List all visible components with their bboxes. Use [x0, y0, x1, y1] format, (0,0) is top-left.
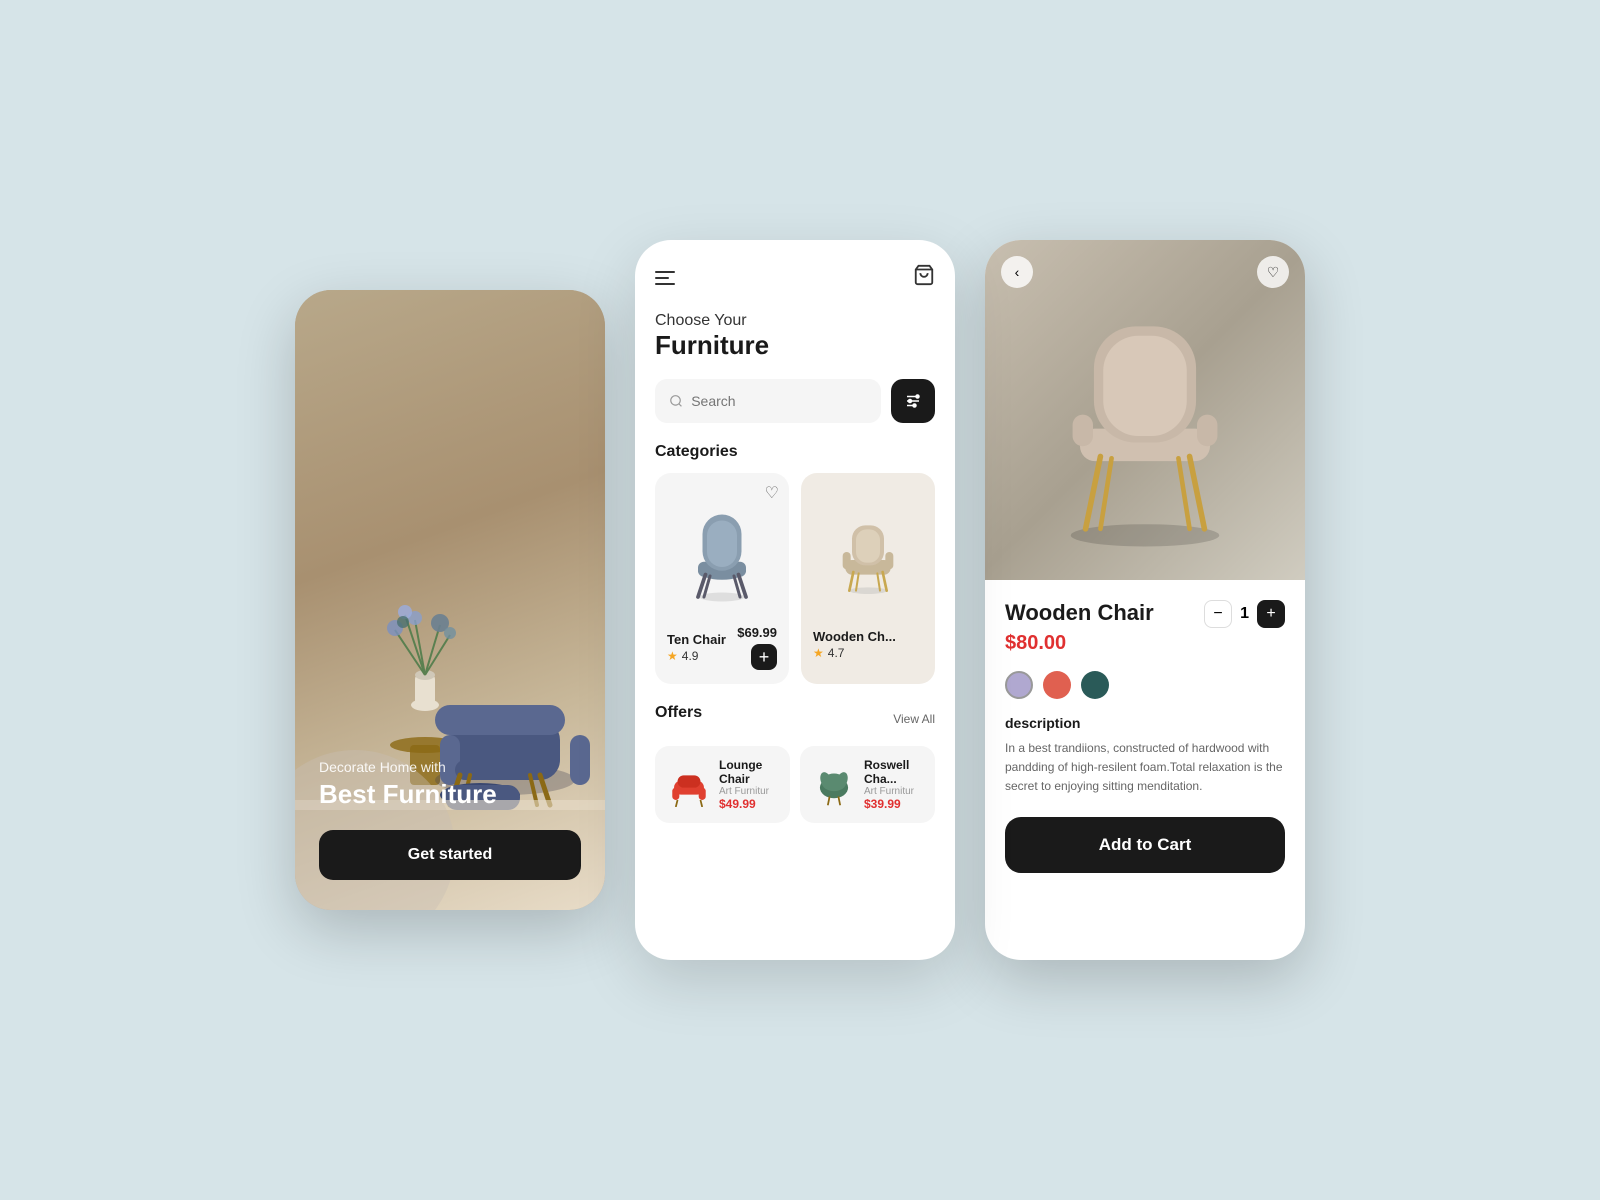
- browse-header: [655, 264, 935, 292]
- product-detail-screen: ‹ ♡ Wooden Chair: [985, 240, 1305, 960]
- offer-price-lounge: $49.99: [719, 797, 778, 811]
- rating-1: ★ 4.9: [667, 649, 726, 663]
- product-price: $80.00: [1005, 632, 1285, 655]
- splash-text: Decorate Home with Best Furniture: [319, 759, 497, 810]
- offer-name-lounge: Lounge Chair: [719, 758, 778, 786]
- choose-text: Choose Your: [655, 312, 935, 330]
- offer-info-roswell: Roswell Cha... Art Furnitur $39.99: [864, 758, 923, 811]
- furniture-heading: Furniture: [655, 330, 935, 361]
- offer-info-lounge: Lounge Chair Art Furnitur $49.99: [719, 758, 778, 811]
- offer-price-roswell: $39.99: [864, 797, 923, 811]
- favorite-button[interactable]: ♡: [1257, 256, 1289, 288]
- star-icon-1: ★: [667, 649, 678, 663]
- category-card-tenchair[interactable]: ♡: [655, 473, 789, 684]
- search-box: [655, 379, 881, 423]
- browse-screen: Choose Your Furniture: [635, 240, 955, 960]
- description-title: description: [1005, 715, 1285, 731]
- product-chair-svg: [1015, 270, 1275, 550]
- category-price-1: $69.99: [737, 625, 777, 640]
- menu-icon[interactable]: [655, 271, 675, 285]
- offer-brand-roswell: Art Furnitur: [864, 786, 923, 797]
- color-options: [1005, 671, 1285, 699]
- color-option-coral[interactable]: [1043, 671, 1071, 699]
- search-row: [655, 379, 935, 423]
- color-option-lavender[interactable]: [1005, 671, 1033, 699]
- search-icon: [669, 393, 683, 409]
- product-detail-area: Wooden Chair − 1 + $80.00 description In…: [985, 580, 1305, 960]
- add-to-cart-button[interactable]: Add to Cart: [1005, 817, 1285, 873]
- quantity-increase[interactable]: +: [1257, 600, 1285, 628]
- category-name-1: Ten Chair: [667, 632, 726, 647]
- view-all-button[interactable]: View All: [893, 712, 935, 726]
- color-option-teal[interactable]: [1081, 671, 1109, 699]
- product-image-area: ‹ ♡: [985, 240, 1305, 580]
- wishlist-button-1[interactable]: ♡: [765, 483, 779, 503]
- star-icon-2: ★: [813, 646, 824, 660]
- offer-image-roswell: [812, 763, 856, 807]
- back-button[interactable]: ‹: [1001, 256, 1033, 288]
- categories-row: ♡: [655, 473, 935, 684]
- offer-brand-lounge: Art Furnitur: [719, 786, 778, 797]
- card-footer-1: Ten Chair ★ 4.9 $69.99 +: [667, 625, 777, 670]
- offer-card-lounge[interactable]: Lounge Chair Art Furnitur $49.99: [655, 746, 790, 823]
- rating-value-1: 4.9: [682, 649, 699, 663]
- category-name-2: Wooden Ch...: [813, 629, 923, 644]
- offer-image-lounge: [667, 763, 711, 807]
- product-title: Wooden Chair: [1005, 600, 1154, 626]
- categories-title: Categories: [655, 443, 935, 461]
- offers-title: Offers: [655, 704, 702, 722]
- cart-button[interactable]: [913, 264, 935, 292]
- quantity-decrease[interactable]: −: [1204, 600, 1232, 628]
- add-to-cart-small-1[interactable]: +: [751, 644, 777, 670]
- product-title-row: Wooden Chair − 1 +: [1005, 600, 1285, 628]
- offer-name-roswell: Roswell Cha...: [864, 758, 923, 786]
- offers-header: Offers View All: [655, 704, 935, 734]
- filter-button[interactable]: [891, 379, 935, 423]
- chair-image-2: [813, 487, 923, 617]
- browse-heading: Choose Your Furniture: [655, 312, 935, 361]
- rating-value-2: 4.7: [828, 646, 845, 660]
- offers-row: Lounge Chair Art Furnitur $49.99: [655, 746, 935, 823]
- quantity-value: 1: [1240, 605, 1249, 623]
- description-text: In a best trandiions, constructed of har…: [1005, 739, 1285, 797]
- search-input[interactable]: [691, 393, 867, 409]
- category-card-wooden[interactable]: Wooden Ch... ★ 4.7: [801, 473, 935, 684]
- quantity-control: − 1 +: [1204, 600, 1285, 628]
- offer-card-roswell[interactable]: Roswell Cha... Art Furnitur $39.99: [800, 746, 935, 823]
- chair-image-1: [667, 487, 777, 617]
- filter-icon: [904, 392, 922, 410]
- rating-2: ★ 4.7: [813, 646, 923, 660]
- splash-screen: Decorate Home with Best Furniture Get st…: [295, 290, 605, 910]
- splash-title: Best Furniture: [319, 779, 497, 810]
- get-started-button[interactable]: Get started: [319, 830, 581, 880]
- splash-subtitle: Decorate Home with: [319, 759, 497, 775]
